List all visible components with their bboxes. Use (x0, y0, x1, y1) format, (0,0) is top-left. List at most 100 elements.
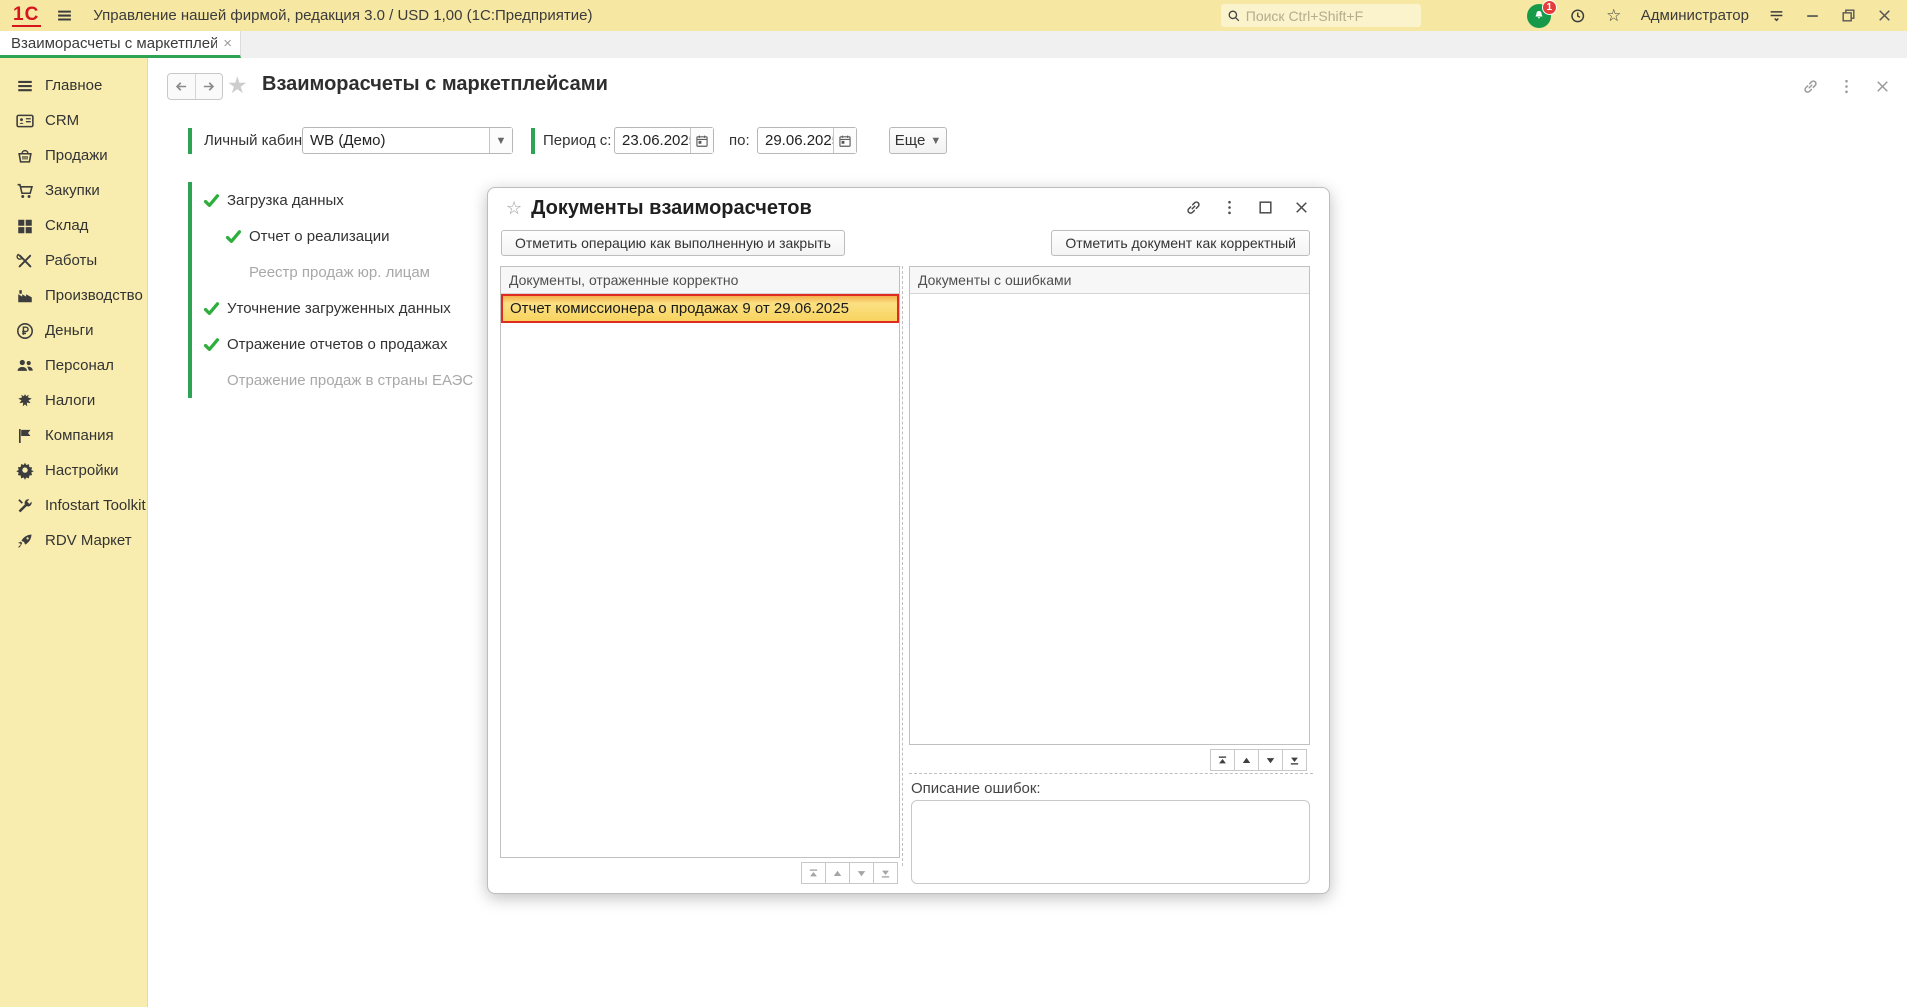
checklist-item[interactable]: Отчет о реализации (192, 218, 518, 254)
favorite-star-icon[interactable]: ★ (227, 70, 248, 100)
more-menu-button[interactable] (1835, 75, 1857, 97)
sidebar-item[interactable]: Склад (0, 208, 147, 243)
infostart-toolkit-icon (16, 497, 34, 515)
restore-button[interactable] (1835, 3, 1861, 29)
dialog-more-menu-button[interactable] (1219, 197, 1239, 217)
nav-first-icon (1216, 754, 1229, 767)
dialog-link-button[interactable] (1183, 197, 1203, 217)
sidebar-item[interactable]: Продажи (0, 138, 147, 173)
filters-row: Личный кабинет: WB (Демо) ▼ Период с: 23… (148, 127, 1907, 155)
checklist-item-label: Отражение отчетов о продажах (227, 336, 447, 353)
checklist-item-label: Реестр продаж юр. лицам (249, 264, 430, 281)
mark-correct-button[interactable]: Отметить документ как корректный (1051, 230, 1310, 256)
nav-up-icon (831, 867, 844, 880)
history-button[interactable] (1565, 3, 1591, 29)
history-clock-icon (1569, 7, 1586, 24)
complete-operation-button[interactable]: Отметить операцию как выполненную и закр… (501, 230, 845, 256)
checklist-item-label: Загрузка данных (227, 192, 344, 209)
close-icon (1293, 199, 1310, 216)
period-to-input[interactable]: 29.06.2025 (757, 127, 857, 154)
sidebar-item[interactable]: RDV Маркет (0, 523, 147, 558)
sidebar-item[interactable]: Настройки (0, 453, 147, 488)
page-close-button[interactable] (1871, 75, 1893, 97)
1c-logo[interactable]: 1С (12, 5, 41, 27)
service-menu-button[interactable] (1763, 3, 1789, 29)
go-down-button[interactable] (1258, 749, 1283, 771)
forward-button[interactable] (196, 74, 223, 99)
errors-description-textarea[interactable] (911, 800, 1310, 884)
back-button[interactable] (168, 74, 196, 99)
get-link-button[interactable] (1799, 75, 1821, 97)
sidebar-item[interactable]: Главное (0, 68, 147, 103)
nav-down-icon (1264, 754, 1277, 767)
dialog-favorite-star-icon[interactable]: ☆ (506, 198, 522, 219)
sidebar-item[interactable]: Infostart Toolkit (0, 488, 147, 523)
minimize-button[interactable] (1799, 3, 1825, 29)
notifications-button[interactable]: 1 (1527, 2, 1555, 30)
tab-settlements-marketplaces[interactable]: Взаиморасчеты с маркетплейсами × (0, 31, 241, 58)
sidebar: Главное CRM Продажи Закупки Склад (0, 58, 148, 1007)
checklist-item[interactable]: Загрузка данных (192, 182, 518, 218)
dialog-maximize-button[interactable] (1255, 197, 1275, 217)
cabinet-select[interactable]: WB (Демо) ▼ (302, 127, 513, 154)
sidebar-item[interactable]: CRM (0, 103, 147, 138)
checklist-item[interactable]: Уточнение загруженных данных (192, 290, 518, 326)
go-down-button[interactable] (849, 862, 874, 884)
period-to-calendar-button[interactable] (833, 128, 856, 153)
maximize-icon (1257, 199, 1274, 216)
panel-splitter[interactable] (902, 266, 903, 866)
check-icon (203, 192, 220, 209)
errors-description-label: Описание ошибок: (911, 780, 1041, 797)
dialog-close-button[interactable] (1291, 197, 1311, 217)
sidebar-item[interactable]: Деньги (0, 313, 147, 348)
sidebar-item[interactable]: Компания (0, 418, 147, 453)
correct-panel-nav-buttons (802, 862, 898, 884)
period-from-calendar-button[interactable] (690, 128, 713, 153)
user-name: Администратор (1641, 7, 1749, 24)
cabinet-dropdown-button[interactable]: ▼ (489, 128, 512, 153)
window-close-button[interactable] (1871, 3, 1897, 29)
production-factory-icon (16, 287, 34, 305)
calendar-icon (838, 134, 852, 148)
filter-accent-bar (188, 128, 192, 154)
checklist-item[interactable]: Реестр продаж юр. лицам (192, 254, 518, 290)
kebab-icon (1838, 78, 1855, 95)
favorites-button[interactable]: ☆ (1601, 3, 1627, 29)
errors-panel-header: Документы с ошибками (910, 267, 1309, 294)
sidebar-item-label: Деньги (45, 322, 93, 339)
link-icon (1802, 78, 1819, 95)
checklist-item[interactable]: Отражение продаж в страны ЕАЭС (192, 362, 518, 398)
more-button[interactable]: Еще ▼ (889, 127, 947, 154)
dialog-title: Документы взаиморасчетов (531, 197, 812, 220)
tab-label: Взаиморасчеты с маркетплейсами (11, 35, 217, 52)
go-last-button[interactable] (873, 862, 898, 884)
go-last-button[interactable] (1282, 749, 1307, 771)
search-input[interactable] (1246, 8, 1406, 24)
tab-close-icon[interactable]: × (223, 36, 232, 51)
check-icon (203, 336, 220, 353)
main-menu-button[interactable] (51, 3, 77, 29)
document-row[interactable]: Отчет комиссионера о продажах 9 от 29.06… (501, 294, 899, 323)
period-from-input[interactable]: 23.06.2025 (614, 127, 714, 154)
sidebar-item[interactable]: Закупки (0, 173, 147, 208)
page-header-icons (1799, 75, 1893, 97)
checklist-item[interactable]: Отражение отчетов о продажах (192, 326, 518, 362)
go-first-button[interactable] (1210, 749, 1235, 771)
sidebar-item-label: Работы (45, 252, 97, 269)
checklist-item-label: Отражение продаж в страны ЕАЭС (227, 372, 473, 389)
tab-bar: Взаиморасчеты с маркетплейсами × (0, 31, 1907, 58)
sidebar-item[interactable]: Налоги (0, 383, 147, 418)
global-search[interactable] (1221, 4, 1421, 27)
more-button-label: Еще (895, 132, 926, 149)
go-up-button[interactable] (825, 862, 850, 884)
sidebar-item[interactable]: Работы (0, 243, 147, 278)
chevron-down-icon: ▼ (930, 135, 941, 147)
close-icon (1874, 78, 1891, 95)
sidebar-item-label: Налоги (45, 392, 95, 409)
sidebar-item-label: Главное (45, 77, 102, 94)
go-up-button[interactable] (1234, 749, 1259, 771)
go-first-button[interactable] (801, 862, 826, 884)
sidebar-item[interactable]: Персонал (0, 348, 147, 383)
app-title: Управление нашей фирмой, редакция 3.0 / … (93, 7, 592, 24)
sidebar-item[interactable]: Производство (0, 278, 147, 313)
